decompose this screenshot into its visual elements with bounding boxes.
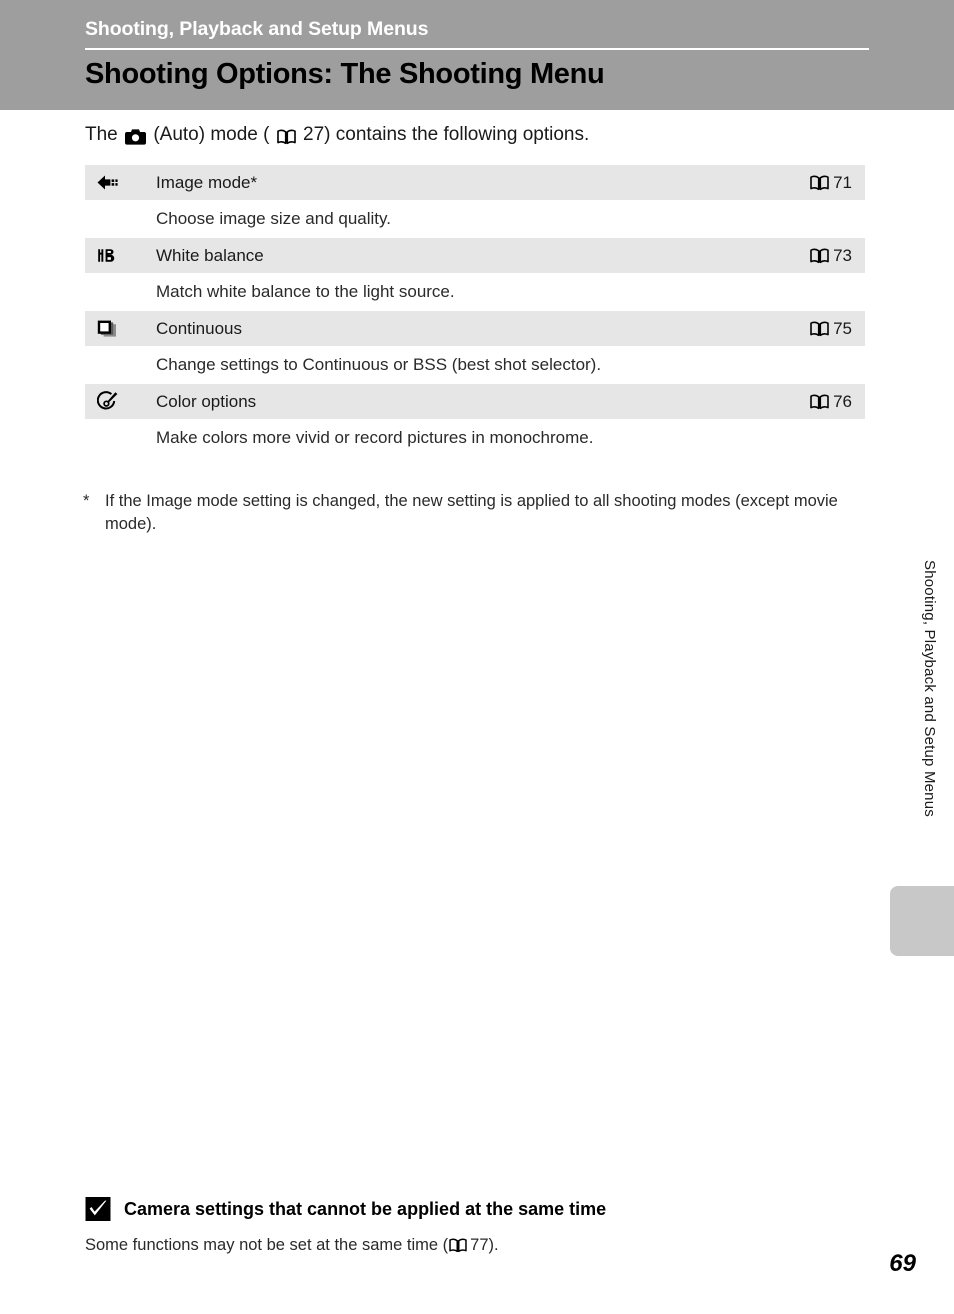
option-description: Make colors more vivid or record picture… bbox=[85, 419, 865, 457]
table-row[interactable]: White balance 73 bbox=[85, 238, 865, 273]
camera-auto-icon bbox=[125, 126, 151, 147]
option-page-number: 75 bbox=[833, 318, 852, 338]
side-chapter-label: Shooting, Playback and Setup Menus bbox=[921, 560, 938, 817]
option-page-number: 73 bbox=[833, 245, 852, 265]
bottom-note: Camera settings that cannot be applied a… bbox=[85, 1196, 865, 1255]
color-options-icon bbox=[85, 391, 156, 412]
option-page-number: 76 bbox=[833, 391, 852, 411]
book-icon bbox=[271, 126, 301, 147]
option-reference[interactable]: 73 bbox=[810, 246, 865, 266]
intro-text-after: (Auto) mode ( bbox=[153, 124, 270, 145]
book-icon bbox=[810, 392, 829, 412]
note-heading-row: Camera settings that cannot be applied a… bbox=[85, 1196, 865, 1222]
page-header-band bbox=[0, 0, 954, 110]
image-size-icon bbox=[85, 173, 156, 192]
footnote: * If the Image mode setting is changed, … bbox=[83, 490, 873, 537]
option-description: Choose image size and quality. bbox=[85, 200, 865, 238]
option-reference[interactable]: 75 bbox=[810, 319, 865, 339]
option-page-number: 71 bbox=[833, 172, 852, 192]
book-icon bbox=[810, 246, 829, 266]
intro-paragraph: The (Auto) mode ( 27) contains the follo… bbox=[85, 124, 589, 148]
option-label: Continuous bbox=[156, 318, 243, 338]
option-description: Match white balance to the light source. bbox=[85, 273, 865, 311]
option-reference[interactable]: 76 bbox=[810, 392, 865, 412]
side-chapter-tab bbox=[890, 886, 954, 956]
note-heading: Camera settings that cannot be applied a… bbox=[124, 1198, 607, 1219]
intro-ref-page: 27 bbox=[303, 124, 325, 145]
continuous-icon bbox=[85, 319, 156, 339]
page-number: 69 bbox=[889, 1250, 916, 1277]
white-balance-icon bbox=[85, 246, 156, 265]
page-title: Shooting Options: The Shooting Menu bbox=[85, 58, 605, 90]
option-label: Color options bbox=[156, 391, 257, 411]
option-description: Change settings to Continuous or BSS (be… bbox=[85, 346, 865, 384]
chapter-title: Shooting, Playback and Setup Menus bbox=[85, 18, 429, 40]
option-label: Image mode* bbox=[156, 172, 258, 192]
header-divider bbox=[85, 48, 869, 50]
table-row[interactable]: Image mode* 71 bbox=[85, 165, 865, 200]
table-row[interactable]: Continuous 75 bbox=[85, 311, 865, 346]
table-row[interactable]: Color options 76 bbox=[85, 384, 865, 419]
intro-text-before: The bbox=[85, 124, 118, 145]
shooting-options-table: Image mode* 71 Choose image size and qua… bbox=[85, 165, 865, 457]
footnote-text: If the Image mode setting is changed, th… bbox=[105, 492, 838, 534]
checkbox-filled-icon bbox=[85, 1196, 111, 1222]
book-icon bbox=[810, 173, 829, 193]
option-reference[interactable]: 71 bbox=[810, 173, 865, 193]
book-icon bbox=[810, 319, 829, 339]
option-label: White balance bbox=[156, 245, 264, 265]
footnote-marker: * bbox=[83, 492, 90, 510]
intro-text-tail: ) contains the following options. bbox=[324, 124, 590, 145]
